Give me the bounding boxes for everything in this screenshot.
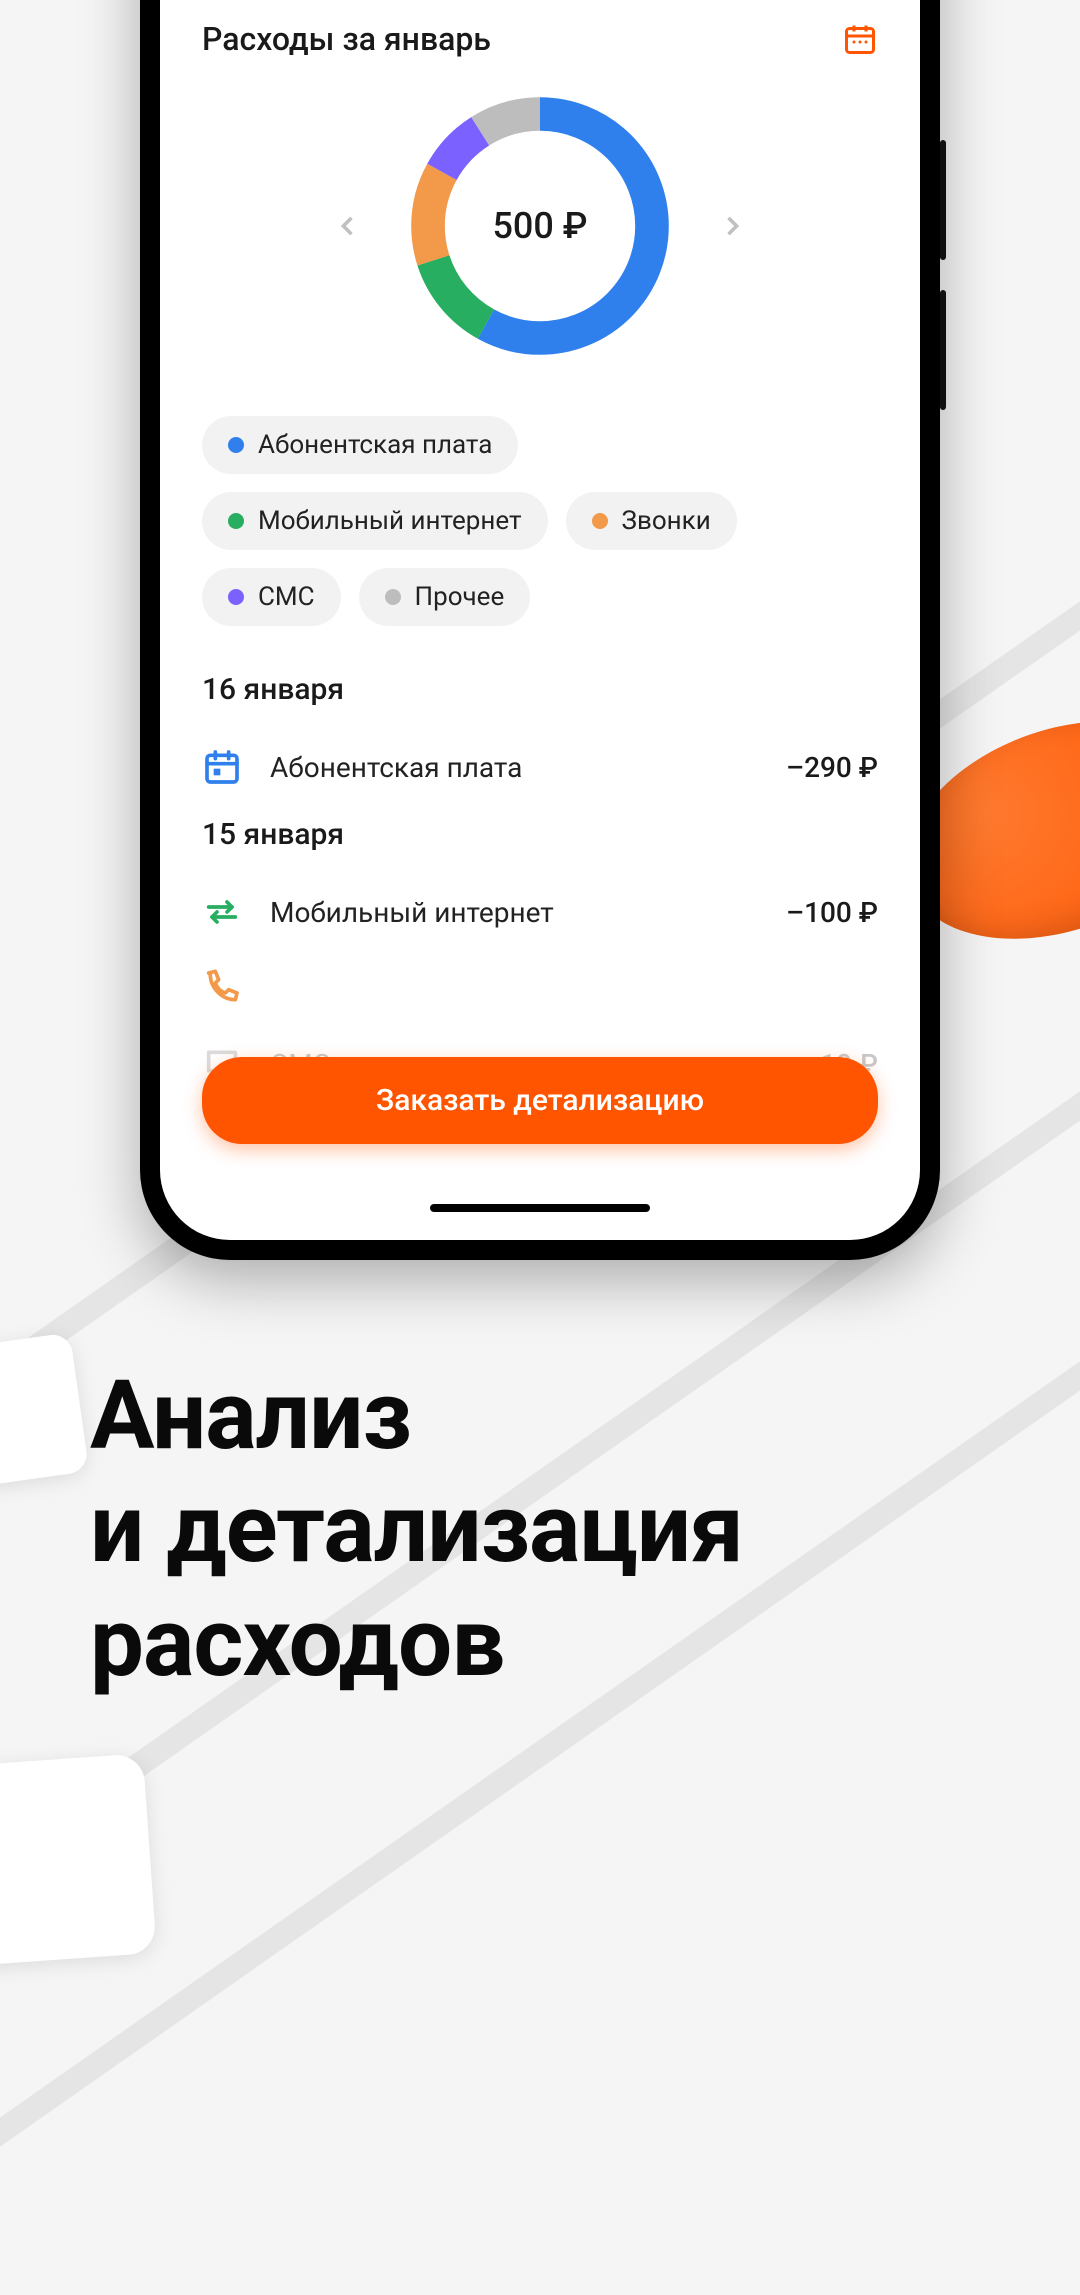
donut-total: 500 ₽ <box>400 86 680 366</box>
category-pill[interactable]: Мобильный интернет <box>202 492 548 550</box>
transaction-amount: –290 ₽ <box>786 751 878 784</box>
page-title: Расходы за январь <box>202 20 491 58</box>
calendar-icon[interactable] <box>842 21 878 57</box>
chevron-right-icon[interactable] <box>718 212 746 240</box>
expenses-donut-chart: 500 ₽ <box>400 86 680 366</box>
category-dot-icon <box>592 513 608 529</box>
phone-button <box>940 290 946 410</box>
bg-card <box>0 1753 157 1966</box>
category-dot-icon <box>228 513 244 529</box>
transaction-label: Абонентская плата <box>270 751 758 784</box>
date-icon <box>202 747 242 787</box>
headline-line: и детализация <box>90 1473 743 1586</box>
bg-card <box>0 1332 89 1487</box>
transactions-list: 16 января Абонентская плата –290 ₽ 15 январ… <box>202 672 878 1102</box>
category-label: Звонки <box>622 506 711 536</box>
headline-line: Анализ <box>90 1360 743 1473</box>
category-label: СМС <box>258 582 315 612</box>
category-label: Прочее <box>415 582 505 612</box>
category-dot-icon <box>228 437 244 453</box>
category-label: Абонентская плата <box>258 430 492 460</box>
chevron-left-icon[interactable] <box>334 212 362 240</box>
category-label: Мобильный интернет <box>258 506 522 536</box>
transaction-row[interactable]: Абонентская плата –290 ₽ <box>202 729 878 805</box>
order-details-button[interactable]: Заказать детализацию <box>202 1057 878 1144</box>
marketing-headline: Анализ и детализация расходов <box>90 1360 743 1700</box>
headline-line: расходов <box>90 1587 743 1700</box>
transaction-amount: –100 ₽ <box>786 896 878 929</box>
bg-stripe <box>0 1129 1080 2295</box>
category-pill[interactable]: Абонентская плата <box>202 416 518 474</box>
category-dot-icon <box>385 589 401 605</box>
home-indicator <box>430 1204 650 1212</box>
transaction-date-heading: 16 января <box>202 672 878 707</box>
transaction-date-heading: 15 января <box>202 817 878 852</box>
category-pill[interactable]: Прочее <box>359 568 531 626</box>
transaction-row[interactable]: Мобильный интернет –100 ₽ <box>202 874 878 950</box>
category-pill[interactable]: СМС <box>202 568 341 626</box>
category-dot-icon <box>228 589 244 605</box>
transaction-label: Мобильный интернет <box>270 896 758 929</box>
phone-icon <box>202 968 242 1008</box>
phone-frame: Расходы за январь 500 ₽ <box>140 0 940 1260</box>
category-pills: Абонентская плата Мобильный интернет Звонк… <box>202 416 878 626</box>
swap-icon <box>202 892 242 932</box>
app-screen: Расходы за январь 500 ₽ <box>160 0 920 1240</box>
phone-button <box>940 140 946 260</box>
category-pill[interactable]: Звонки <box>566 492 737 550</box>
transaction-row[interactable] <box>202 950 878 1026</box>
